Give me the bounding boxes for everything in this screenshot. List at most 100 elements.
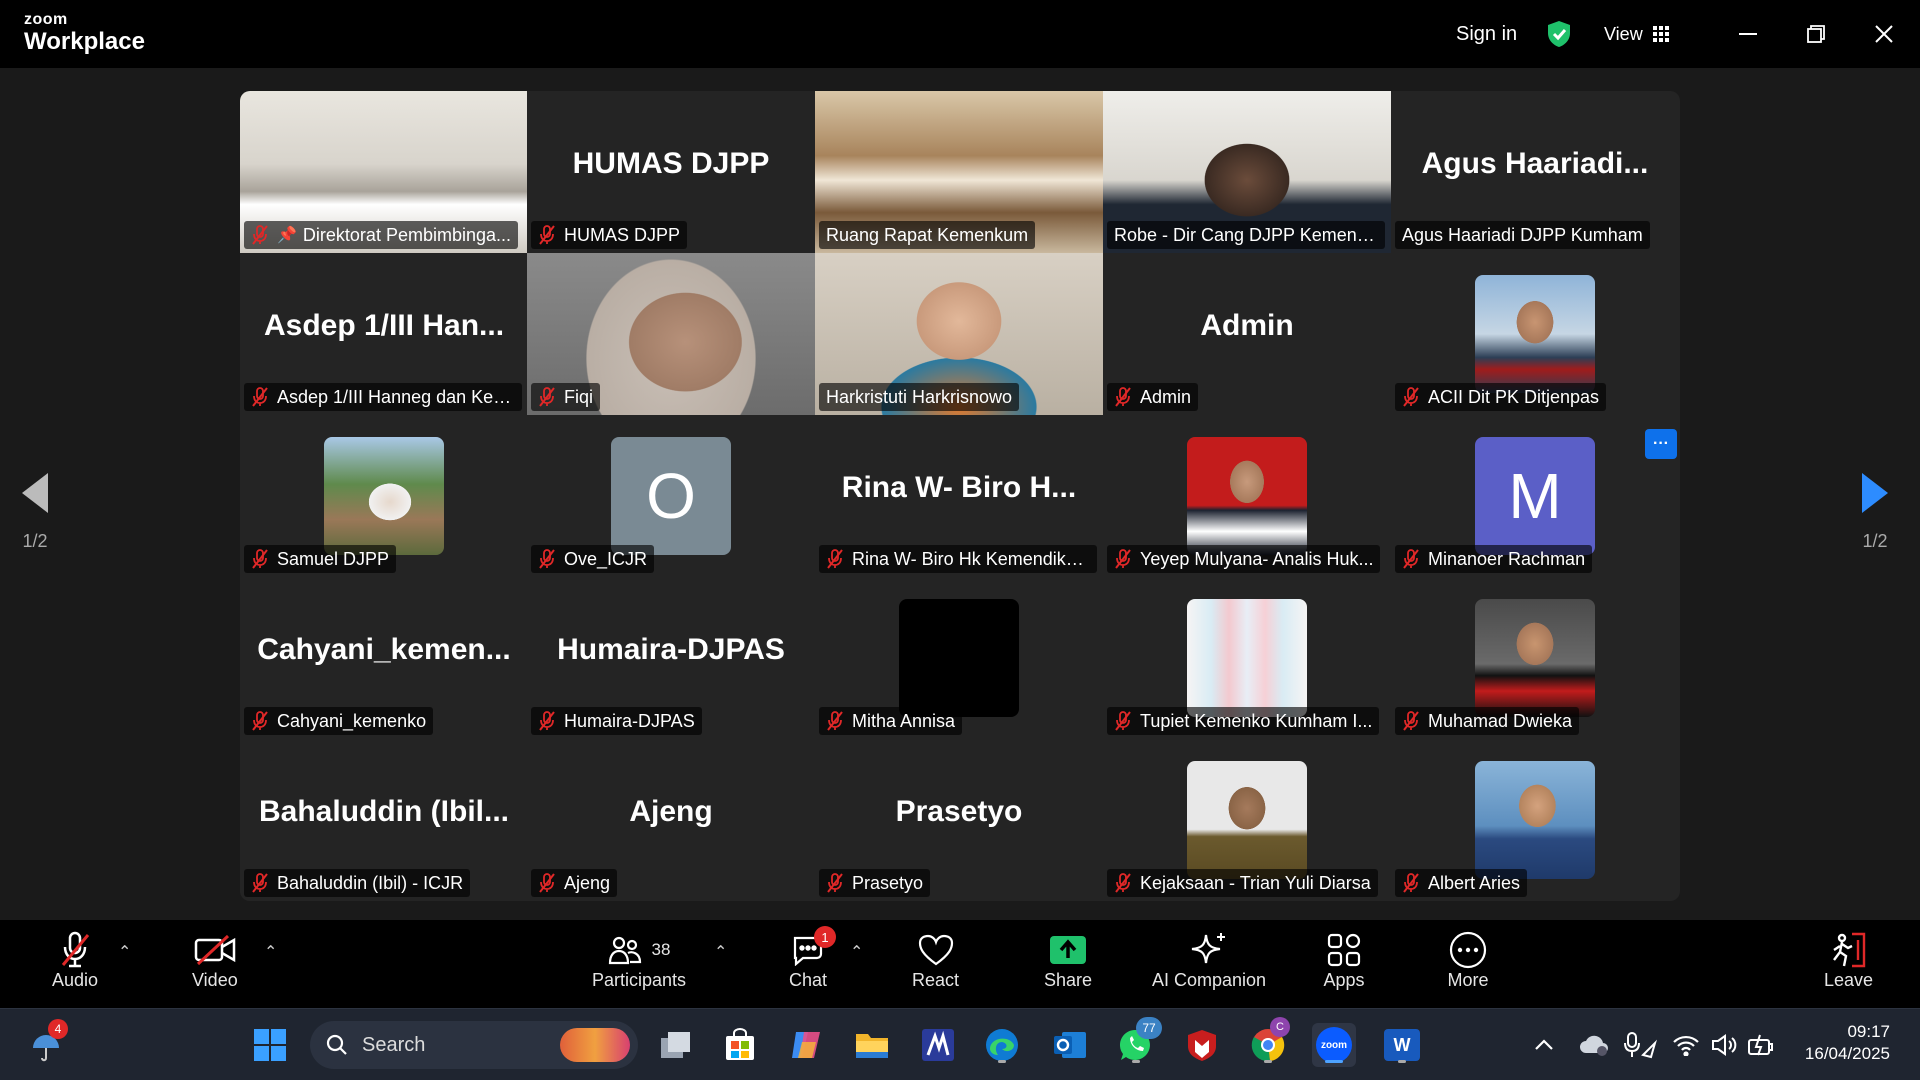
participant-tile[interactable]: Humaira-DJPAS Humaira-DJPAS	[527, 577, 815, 739]
logo-bottom: Workplace	[24, 28, 145, 55]
participant-name-label: Agus Haariadi DJPP Kumham	[1395, 221, 1650, 249]
participant-tile[interactable]: Admin Admin	[1103, 253, 1391, 415]
task-view-icon[interactable]	[654, 1023, 698, 1067]
edge-browser-icon[interactable]	[980, 1023, 1024, 1067]
audio-button[interactable]: Audio	[52, 930, 98, 991]
participant-name: Agus Haariadi DJPP Kumham	[1402, 224, 1643, 245]
microphone-muted-icon	[251, 225, 277, 245]
onedrive-cloud-icon[interactable]	[1572, 1023, 1616, 1067]
microphone-muted-icon	[1402, 549, 1428, 569]
participant-tile[interactable]: Asdep 1/III Han... Asdep 1/III Hanneg dan…	[240, 253, 528, 415]
ai-companion-label: AI Companion	[1152, 970, 1267, 990]
mapping-app-icon[interactable]	[916, 1023, 960, 1067]
leave-label: Leave	[1824, 970, 1874, 990]
apps-button[interactable]: Apps	[1322, 930, 1366, 991]
mic-location-tray-icon[interactable]	[1618, 1023, 1662, 1067]
tile-more-options-button[interactable]: ···	[1645, 429, 1677, 459]
next-page[interactable]: 1/2	[1862, 473, 1888, 552]
participant-name: Albert Aries	[1428, 872, 1521, 893]
participant-tile[interactable]: Ajeng Ajeng	[527, 739, 815, 901]
microphone-muted-icon	[538, 711, 564, 731]
participant-tile[interactable]: Yeyep Mulyana- Analis Huk...	[1103, 415, 1391, 577]
more-label: More	[1447, 970, 1489, 990]
view-label: View	[1604, 23, 1643, 44]
participant-tile[interactable]: Muhamad Dwieka	[1391, 577, 1679, 739]
view-button[interactable]: View	[1604, 0, 1669, 68]
participant-tile[interactable]: Rina W- Biro H... Rina W- Biro Hk Kemendi…	[815, 415, 1103, 577]
participant-name: HUMAS DJPP	[564, 224, 681, 245]
restore-icon[interactable]	[1800, 18, 1832, 50]
video-options-chevron-icon[interactable]: ⌃	[264, 942, 277, 962]
participant-tile[interactable]: Samuel DJPP	[240, 415, 528, 577]
microphone-muted-icon	[53, 930, 97, 970]
sign-in-button[interactable]: Sign in	[1456, 0, 1517, 68]
participant-name-label: Ajeng	[531, 869, 618, 897]
participant-name: Harkristuti Harkrisnowo	[826, 386, 1013, 407]
close-icon[interactable]	[1868, 18, 1900, 50]
chat-options-chevron-icon[interactable]: ⌃	[850, 942, 863, 962]
participant-tile[interactable]: HUMAS DJPP HUMAS DJPP	[527, 91, 815, 253]
participants-label: Participants	[592, 970, 687, 990]
video-button[interactable]: Video	[192, 930, 238, 991]
encryption-shield-icon[interactable]	[1546, 0, 1572, 68]
leave-button[interactable]: Leave	[1824, 930, 1873, 991]
participants-options-chevron-icon[interactable]: ⌃	[714, 942, 727, 962]
participant-tile[interactable]: Prasetyo Prasetyo	[815, 739, 1103, 901]
word-icon[interactable]: W	[1380, 1023, 1424, 1067]
more-button[interactable]: More	[1446, 930, 1490, 991]
participant-tile[interactable]: Agus Haariadi... Agus Haariadi DJPP Kumha…	[1391, 91, 1679, 253]
chat-button[interactable]: 1 Chat	[786, 926, 836, 991]
outlook-icon[interactable]	[1048, 1023, 1092, 1067]
taskbar-search-box[interactable]: Search	[310, 1021, 638, 1069]
participant-name-label: Humaira-DJPAS	[531, 707, 702, 735]
participant-tile[interactable]: Tupiet Kemenko Kumham I...	[1103, 577, 1391, 739]
react-button[interactable]: React	[912, 930, 959, 991]
microsoft-store-icon[interactable]	[718, 1023, 762, 1067]
participant-display-name: Asdep 1/III Han...	[263, 309, 505, 342]
participant-tile[interactable]: M Minanoer Rachman	[1391, 415, 1679, 577]
start-windows-icon[interactable]	[248, 1023, 292, 1067]
participant-tile[interactable]: Mitha Annisa	[815, 577, 1103, 739]
audio-options-chevron-icon[interactable]: ⌃	[118, 942, 131, 962]
participant-name-label: Rina W- Biro Hk Kemendikd...	[819, 545, 1097, 573]
gallery-grid: ··· 📌 Direktorat Pembimbinga... HUMAS DJPP…	[240, 91, 1680, 901]
share-button[interactable]: Share	[1044, 930, 1092, 991]
participant-tile[interactable]: O Ove_ICJR	[527, 415, 815, 577]
mcafee-shield-icon[interactable]	[1180, 1023, 1224, 1067]
participant-name: Samuel DJPP	[277, 548, 390, 569]
apps-label: Apps	[1323, 970, 1365, 990]
participant-tile[interactable]: 📌 Direktorat Pembimbinga...	[240, 91, 528, 253]
participants-button[interactable]: 38 Participants	[592, 930, 686, 991]
participant-tile[interactable]: ACII Dit PK Ditjenpas	[1391, 253, 1679, 415]
participant-tile[interactable]: Cahyani_kemen... Cahyani_kemenko	[240, 577, 528, 739]
more-icon	[1446, 930, 1490, 970]
minimize-icon[interactable]	[1732, 18, 1764, 50]
participant-name-label: Ruang Rapat Kemenkum	[819, 221, 1036, 249]
zoom-taskbar-icon[interactable]: zoom	[1312, 1023, 1356, 1067]
previous-page[interactable]: 1/2	[22, 473, 48, 552]
microphone-muted-icon	[1114, 711, 1140, 731]
participant-tile[interactable]: Fiqi	[527, 253, 815, 415]
whatsapp-icon[interactable]: 77	[1114, 1017, 1162, 1067]
weather-widget-icon[interactable]: 4	[24, 1019, 68, 1067]
copilot-icon[interactable]	[784, 1023, 828, 1067]
participant-tile[interactable]: Ruang Rapat Kemenkum	[815, 91, 1103, 253]
participant-name: Prasetyo	[852, 872, 924, 893]
microphone-muted-icon	[251, 387, 277, 407]
battery-charging-icon[interactable]	[1738, 1023, 1782, 1067]
participant-tile[interactable]: Harkristuti Harkrisnowo	[815, 253, 1103, 415]
show-hidden-icons-chevron-icon[interactable]	[1522, 1023, 1566, 1067]
participant-name-label: Robe - Dir Cang DJPP Kemenku...	[1107, 221, 1385, 249]
participant-tile[interactable]: Albert Aries	[1391, 739, 1679, 901]
participant-avatar	[1475, 275, 1595, 393]
system-clock[interactable]: 09:17 16/04/2025	[1780, 1021, 1890, 1065]
participant-tile[interactable]: Bahaluddin (Ibil... Bahaluddin (Ibil) - I…	[240, 739, 528, 901]
participant-tile[interactable]: Robe - Dir Cang DJPP Kemenku...	[1103, 91, 1391, 253]
microphone-muted-icon	[1402, 387, 1428, 407]
participant-tile[interactable]: Kejaksaan - Trian Yuli Diarsa	[1103, 739, 1391, 901]
participant-name: Ove_ICJR	[564, 548, 648, 569]
file-explorer-icon[interactable]	[850, 1023, 894, 1067]
ai-companion-button[interactable]: AI Companion	[1152, 930, 1266, 991]
chrome-icon[interactable]: C	[1246, 1017, 1290, 1067]
participant-name: Ajeng	[564, 872, 611, 893]
